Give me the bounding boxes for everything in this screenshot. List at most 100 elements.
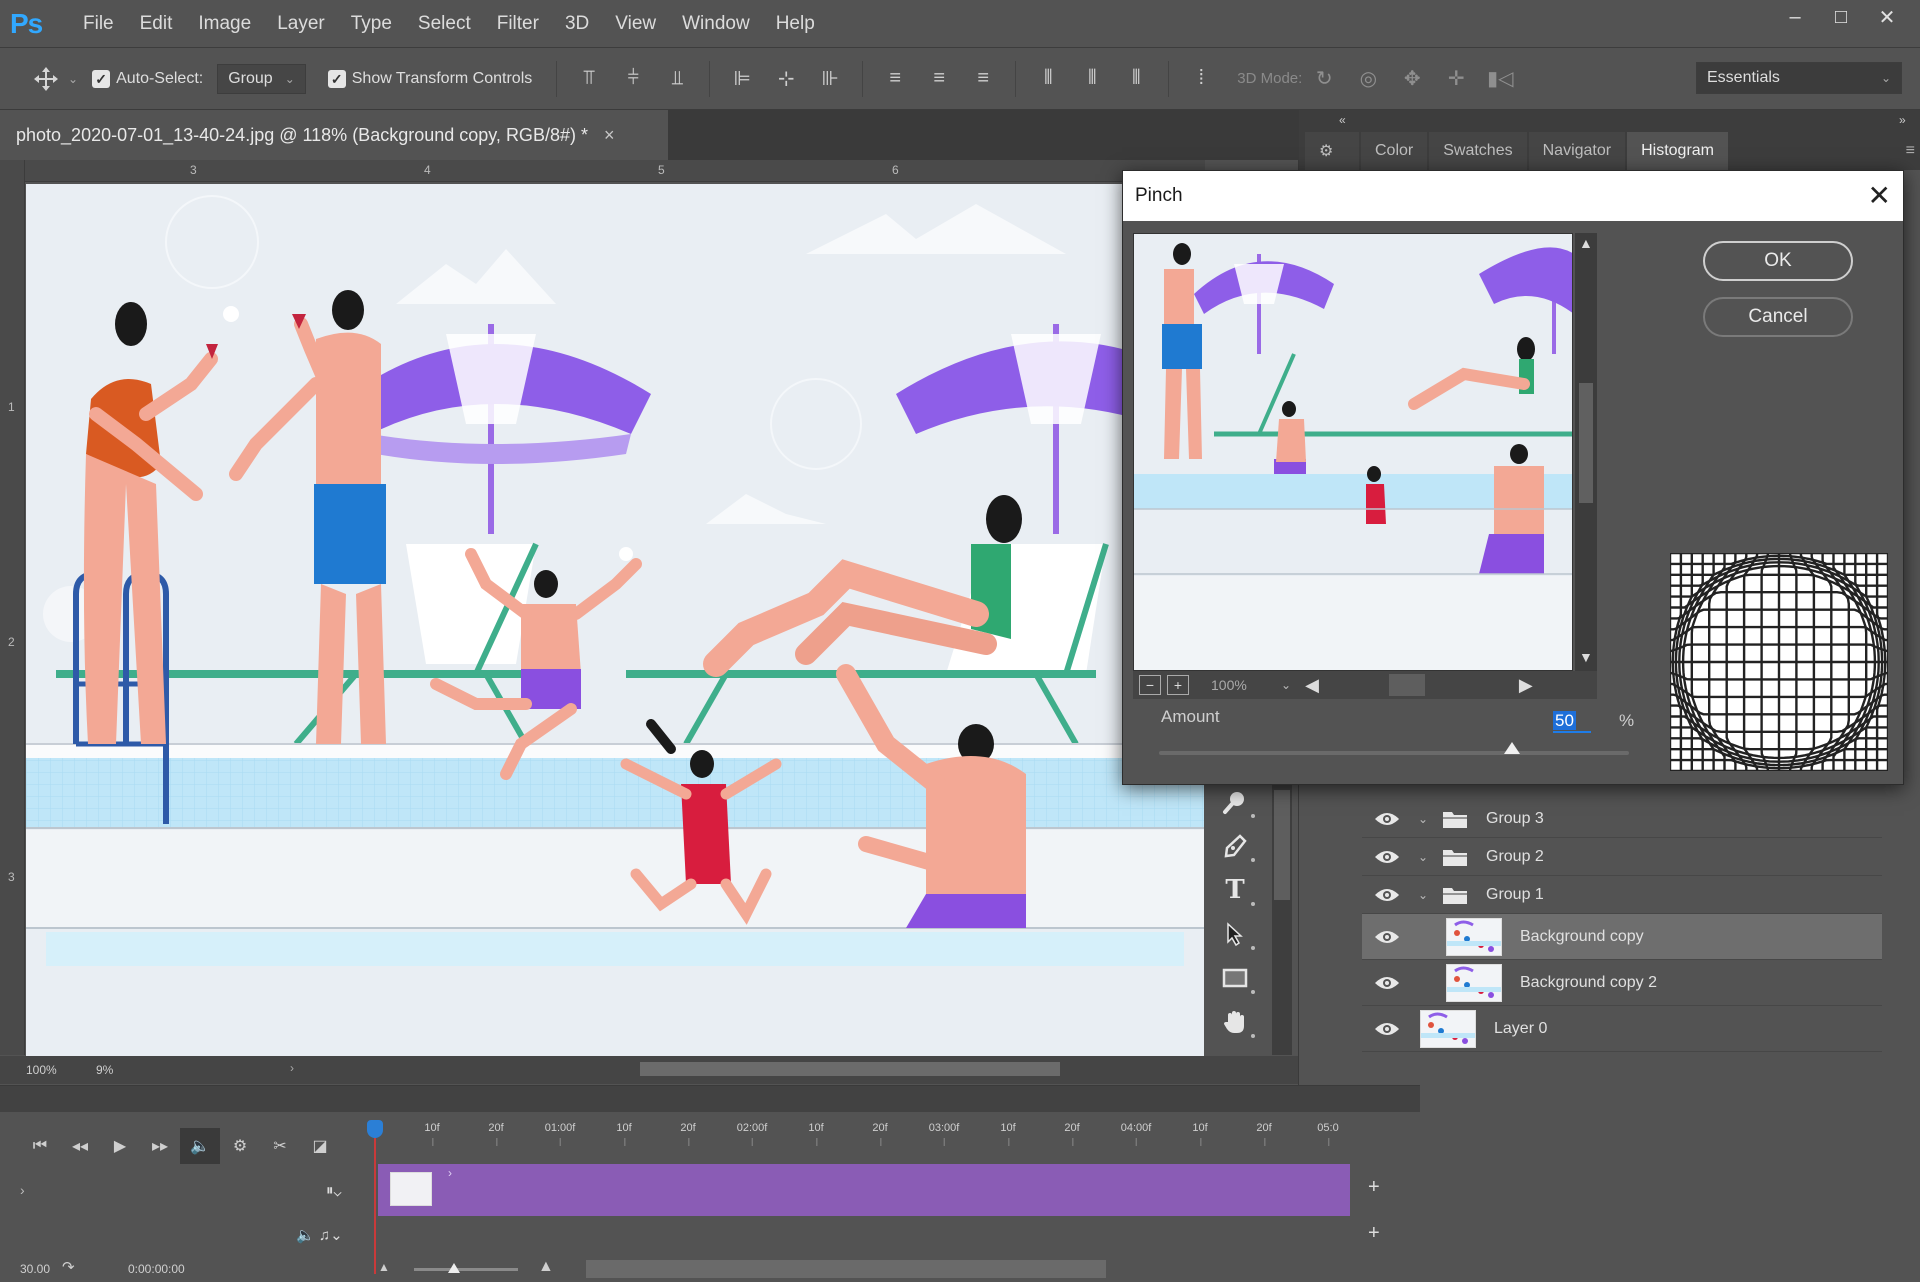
expand-track-chevron-icon[interactable]: › [20,1182,25,1198]
audio-toggle-icon[interactable]: 🔈 [180,1128,220,1164]
properties-tab-icon[interactable]: ⚙ [1305,132,1359,170]
document-tab[interactable]: photo_2020-07-01_13-40-24.jpg @ 118% (Ba… [0,110,668,160]
align-horizontal-centers-icon[interactable]: ⊹ [764,59,808,99]
align-top-edges-icon[interactable]: ⫪ [567,59,611,99]
pen-tool[interactable] [1205,824,1265,868]
align-left-edges-icon[interactable]: ⊫ [720,59,764,99]
menu-type[interactable]: Type [338,13,405,35]
ok-button[interactable]: OK [1703,241,1853,281]
video-track-menu-icon[interactable]: ⏸⌄ [326,1182,342,1199]
transition-icon[interactable]: ◪ [300,1128,340,1164]
zoom-in-button[interactable]: + [1167,675,1189,695]
layer-row[interactable]: ⌄ Group 3 [1362,800,1882,838]
rectangle-tool[interactable] [1205,956,1265,1000]
expand-chevron-icon[interactable]: ⌄ [1418,812,1428,826]
timeline-zoom-thumb[interactable] [448,1263,460,1273]
video-clip[interactable]: › [378,1164,1350,1216]
scroll-right-icon[interactable]: ▶ [1519,675,1533,696]
clip-expand-chevron-icon[interactable]: › [448,1166,452,1180]
preview-vertical-scrollbar[interactable]: ▲ ▼ [1575,233,1597,671]
visibility-eye-icon[interactable] [1374,849,1400,865]
menu-filter[interactable]: Filter [484,13,552,35]
render-video-icon[interactable]: ↷ [62,1258,75,1276]
expand-chevron-icon[interactable]: ⌄ [1418,888,1428,902]
align-bottom-edges-icon[interactable]: ⫫ [655,59,699,99]
menu-select[interactable]: Select [405,13,484,35]
tab-swatches[interactable]: Swatches [1429,132,1527,170]
playhead-handle[interactable] [367,1120,383,1138]
scroll-down-icon[interactable]: ▼ [1579,649,1593,665]
visibility-eye-icon[interactable] [1374,811,1400,827]
3d-scale-icon[interactable]: ▮◁ [1478,59,1522,99]
go-to-first-frame-icon[interactable]: ⏮ [20,1128,60,1164]
settings-gear-icon[interactable]: ⚙ [220,1128,260,1164]
move-tool-icon[interactable] [24,59,68,99]
horizontal-scroll-thumb[interactable] [1388,674,1425,696]
next-frame-icon[interactable]: ▸▸ [140,1128,180,1164]
menu-edit[interactable]: Edit [127,13,186,35]
distribute-left-edges-icon[interactable]: ⦀ [1026,59,1070,99]
filter-preview[interactable] [1133,233,1573,671]
status-menu-chevron-icon[interactable]: › [290,1061,294,1075]
layer-row[interactable]: ⌄ Group 2 [1362,838,1882,876]
collapse-left-icon[interactable]: « [1339,113,1346,127]
3d-orbit-icon[interactable]: ↻ [1302,59,1346,99]
menu-layer[interactable]: Layer [264,13,338,35]
tab-histogram[interactable]: Histogram [1627,132,1728,170]
visibility-eye-icon[interactable] [1374,975,1400,991]
amount-input[interactable]: 50 [1553,711,1591,733]
close-window-button[interactable]: ✕ [1864,0,1910,34]
menu-view[interactable]: View [602,13,669,35]
document-canvas[interactable] [26,184,1204,1056]
previous-frame-icon[interactable]: ◂◂ [60,1128,100,1164]
timeline-scrollbar[interactable] [586,1260,1106,1278]
minimize-button[interactable]: – [1772,0,1818,34]
add-media-icon[interactable]: + [1368,1176,1380,1199]
split-scissors-icon[interactable]: ✂ [260,1128,300,1164]
timeline-zoom-slider[interactable] [414,1263,518,1273]
layer-row[interactable]: Background copy 2 [1362,960,1882,1006]
visibility-eye-icon[interactable] [1374,887,1400,903]
3d-pan-icon[interactable]: ✥ [1390,59,1434,99]
zoom-in-mountain-icon[interactable]: ▲ [538,1258,554,1276]
timeline-ruler[interactable]: 10f 20f 01:00f 10f 20f 02:00f 10f 20f 03:00f 10f 2… [368,1122,1358,1152]
auto-select-checkbox[interactable]: ✓ Auto-Select: [92,69,203,88]
scroll-left-icon[interactable]: ◀ [1305,675,1319,696]
tab-color[interactable]: Color [1361,132,1428,170]
align-right-edges-icon[interactable]: ⊪ [808,59,852,99]
distribute-top-edges-icon[interactable]: ≡ [873,59,917,99]
close-document-icon[interactable]: × [604,125,615,146]
scrollbar-thumb[interactable] [1274,790,1290,900]
menu-window[interactable]: Window [669,13,763,35]
amount-slider[interactable] [1159,742,1629,755]
auto-align-layers-icon[interactable]: ⁞ [1179,59,1223,99]
show-transform-controls-checkbox[interactable]: ✓ Show Transform Controls [327,69,532,88]
menu-3d[interactable]: 3D [552,13,602,35]
menu-help[interactable]: Help [763,13,828,35]
audio-track-icon[interactable]: 🔈 ♫⌄ [296,1226,343,1244]
menu-file[interactable]: File [70,13,127,35]
panel-scrollbar[interactable] [1272,780,1292,1055]
panel-menu-icon[interactable]: ≡ [1906,142,1915,160]
zoom-out-mountain-icon[interactable]: ▲ [378,1260,390,1274]
distribute-vertical-centers-icon[interactable]: ≡ [917,59,961,99]
tab-navigator[interactable]: Navigator [1528,132,1626,170]
zoom-level[interactable]: 100% [26,1063,57,1077]
auto-select-mode-dropdown[interactable]: Group ⌄ [217,63,306,94]
play-icon[interactable]: ▶ [100,1128,140,1164]
zoom-dropdown-chevron-icon[interactable]: ⌄ [1281,678,1291,692]
scroll-up-icon[interactable]: ▲ [1579,235,1593,251]
align-vertical-centers-icon[interactable]: ⫩ [611,59,655,99]
hand-tool[interactable] [1205,1000,1265,1044]
layer-row[interactable]: Background copy [1362,914,1882,960]
zoom-out-button[interactable]: − [1139,675,1161,695]
distribute-bottom-edges-icon[interactable]: ≡ [961,59,1005,99]
type-tool[interactable]: T [1205,868,1265,912]
amount-slider-thumb[interactable] [1503,742,1520,754]
scrollbar-thumb[interactable] [1579,383,1593,503]
path-selection-tool[interactable] [1205,912,1265,956]
horizontal-scrollbar[interactable] [640,1062,1060,1076]
visibility-eye-icon[interactable] [1374,929,1400,945]
maximize-button[interactable]: □ [1818,0,1864,34]
3d-roll-icon[interactable]: ◎ [1346,59,1390,99]
